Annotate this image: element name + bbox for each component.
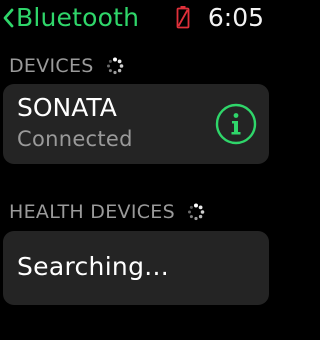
battery-low-icon (176, 6, 190, 29)
loading-spinner-icon (106, 57, 123, 75)
section-header-health-devices: HEALTH DEVICES (9, 201, 205, 223)
searching-status: Searching... (17, 252, 169, 281)
section-label-health-devices: HEALTH DEVICES (9, 201, 175, 223)
section-label-devices: DEVICES (9, 55, 94, 77)
health-devices-card: Searching... (3, 231, 269, 305)
back-label: Bluetooth (16, 3, 140, 32)
device-row-sonata[interactable]: SONATA Connected (3, 84, 269, 164)
device-name: SONATA (17, 93, 117, 122)
status-header: Bluetooth 6:05 (0, 0, 272, 36)
back-button[interactable]: Bluetooth (2, 2, 139, 34)
clock-time: 6:05 (207, 3, 264, 32)
device-status: Connected (17, 127, 133, 151)
info-icon[interactable] (215, 103, 257, 145)
loading-spinner-icon (187, 203, 205, 221)
chevron-left-icon (3, 8, 14, 28)
section-header-devices: DEVICES (9, 55, 124, 77)
